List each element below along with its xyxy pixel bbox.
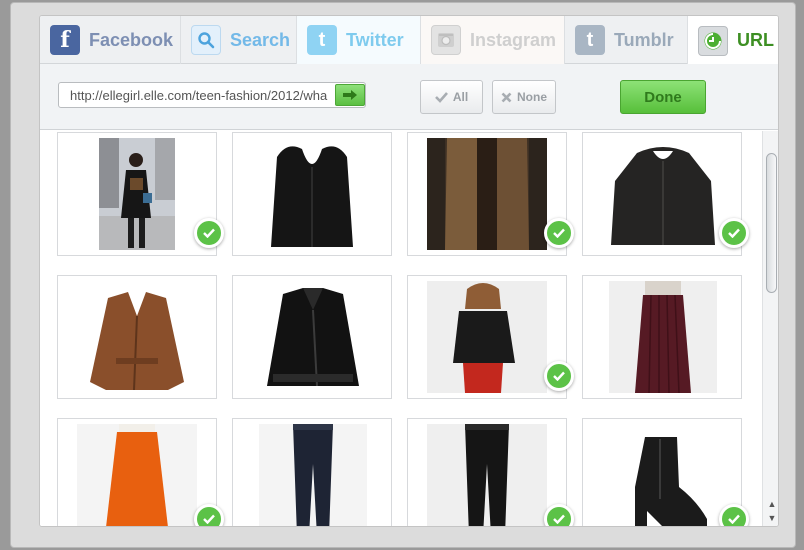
select-all-label: All <box>452 90 469 104</box>
selected-check-badge[interactable] <box>194 218 224 248</box>
image-tile-orange-skirt[interactable] <box>57 418 224 526</box>
grid-scrollbar[interactable]: ▲ ▼ <box>762 131 778 526</box>
image-tile-brown-fur-vest[interactable] <box>407 132 574 256</box>
tab-search[interactable]: Search <box>181 16 297 64</box>
checkmark-icon <box>728 228 740 238</box>
selected-check-badge[interactable] <box>719 504 749 526</box>
image-tile-black-leather-jacket[interactable] <box>232 275 392 399</box>
tumblr-icon: t <box>575 25 605 55</box>
image-picker-dialog: f Facebook Search t Twitter Instagram t … <box>39 15 779 527</box>
image-tile-black-fur-vest[interactable] <box>232 132 392 256</box>
selected-check-badge[interactable] <box>544 361 574 391</box>
search-icon <box>191 25 221 55</box>
twitter-icon: t <box>307 25 337 55</box>
url-field-wrapper <box>58 82 366 108</box>
scroll-down-arrow-icon[interactable]: ▼ <box>766 511 778 525</box>
tab-url[interactable]: URL <box>688 16 778 65</box>
selected-check-badge[interactable] <box>719 218 749 248</box>
tab-label: Twitter <box>346 29 404 50</box>
checkmark-icon <box>203 514 215 524</box>
black-coated-jeans <box>427 424 547 526</box>
image-tile-burgundy-pleated-skirt[interactable] <box>582 275 742 399</box>
image-tile-model-leather-jacket-red-pants[interactable] <box>407 275 574 399</box>
x-icon <box>501 92 512 102</box>
url-toolbar: All None Done <box>40 64 778 130</box>
black-fur-jacket <box>607 141 719 249</box>
selected-check-badge[interactable] <box>544 504 574 526</box>
arrow-right-icon <box>343 90 357 100</box>
facebook-icon: f <box>50 25 80 55</box>
image-grid <box>40 131 762 526</box>
image-tile-black-suede-wedge-boot[interactable] <box>582 418 749 526</box>
brown-fur-vest <box>427 138 547 250</box>
checkmark-icon <box>553 371 565 381</box>
image-tile-dark-skinny-jeans[interactable] <box>232 418 392 526</box>
tab-label: Instagram <box>470 29 557 50</box>
tab-instagram[interactable]: Instagram <box>421 16 565 64</box>
scrollbar-thumb[interactable] <box>766 153 777 293</box>
checkmark-icon <box>728 514 740 524</box>
black-fur-vest <box>267 139 357 251</box>
scroll-up-arrow-icon[interactable]: ▲ <box>766 497 778 511</box>
tab-tumblr[interactable]: t Tumblr <box>565 16 688 64</box>
checkmark-icon <box>553 228 565 238</box>
select-none-button[interactable]: None <box>492 80 556 114</box>
done-button[interactable]: Done <box>620 80 706 114</box>
black-leather-jacket <box>263 284 363 392</box>
selected-check-badge[interactable] <box>544 218 574 248</box>
orange-skirt <box>77 424 197 526</box>
url-input[interactable] <box>59 83 335 107</box>
tab-label: URL <box>737 30 774 50</box>
load-url-button[interactable] <box>335 84 365 106</box>
checkmark-icon <box>553 514 565 524</box>
image-tile-brown-leather-jacket[interactable] <box>57 275 217 399</box>
model-leather-jacket-red-pants <box>427 281 547 393</box>
select-all-button[interactable]: All <box>420 80 483 114</box>
selected-check-badge[interactable] <box>194 504 224 526</box>
checkmark-icon <box>434 92 448 103</box>
tab-label: Facebook <box>89 29 174 50</box>
source-tabs: f Facebook Search t Twitter Instagram t … <box>40 16 778 65</box>
image-tile-black-coated-jeans[interactable] <box>407 418 574 526</box>
url-icon <box>698 25 728 56</box>
burgundy-pleated-skirt <box>609 281 717 393</box>
image-tile-street-style-photo[interactable] <box>57 132 224 256</box>
select-none-label: None <box>517 90 547 104</box>
tab-label: Search <box>230 29 291 50</box>
tab-facebook[interactable]: f Facebook <box>40 16 181 64</box>
checkmark-icon <box>203 228 215 238</box>
tab-twitter[interactable]: t Twitter <box>297 16 421 64</box>
modal-backdrop-frame: f Facebook Search t Twitter Instagram t … <box>10 2 796 548</box>
tab-label: Tumblr <box>614 29 674 50</box>
street-style-photo <box>99 138 175 250</box>
brown-leather-jacket <box>86 286 188 394</box>
dark-skinny-jeans <box>259 424 367 526</box>
instagram-icon <box>431 25 461 55</box>
image-tile-black-fur-jacket[interactable] <box>582 132 749 256</box>
black-suede-wedge-boot <box>607 427 719 526</box>
